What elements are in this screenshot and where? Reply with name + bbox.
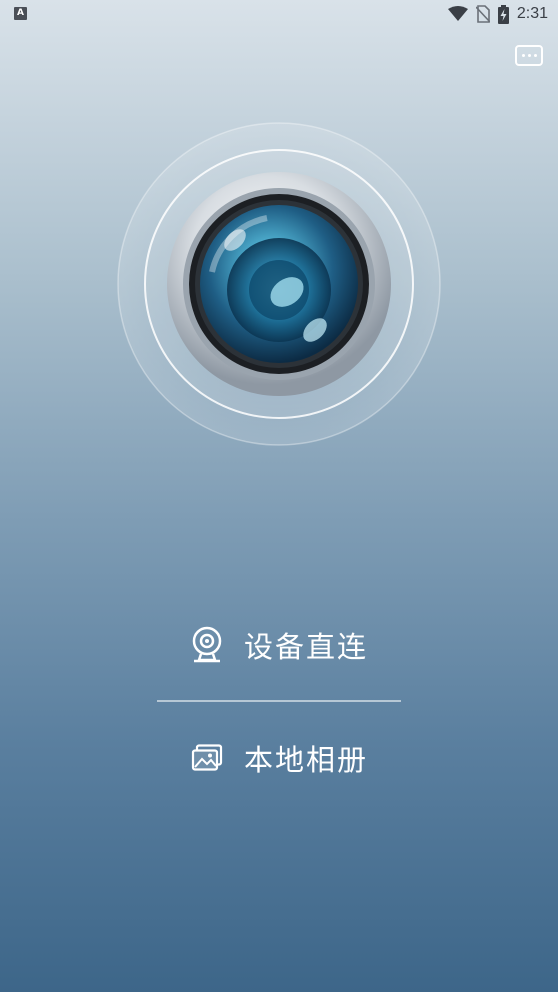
more-button[interactable] bbox=[515, 45, 543, 66]
album-icon bbox=[190, 741, 224, 775]
battery-charging-icon bbox=[497, 4, 509, 24]
status-bar: A 2:31 bbox=[0, 0, 558, 28]
wifi-icon bbox=[447, 6, 468, 21]
no-sim-icon bbox=[475, 5, 490, 23]
device-direct-connect-button[interactable]: 设备直连 bbox=[0, 615, 558, 675]
status-icons: 2:31 bbox=[447, 4, 548, 24]
device-direct-connect-label: 设备直连 bbox=[243, 630, 368, 664]
more-dots-icon bbox=[521, 54, 525, 57]
more-dot bbox=[533, 54, 537, 57]
webcam-icon bbox=[190, 626, 224, 663]
local-album-button[interactable]: 本地相册 bbox=[0, 728, 558, 788]
more-dot bbox=[527, 54, 531, 57]
camera-lens-icon bbox=[117, 122, 441, 446]
menu-divider bbox=[157, 700, 401, 702]
notification-icon: A bbox=[14, 7, 27, 20]
local-album-label: 本地相册 bbox=[243, 743, 368, 777]
clock: 2:31 bbox=[516, 5, 548, 22]
